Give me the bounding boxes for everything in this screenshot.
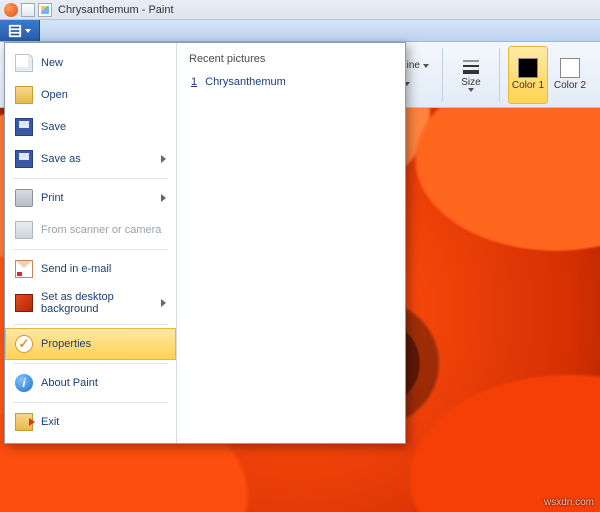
size-button[interactable]: Size: [451, 46, 491, 104]
size-icon: [461, 57, 481, 77]
ribbon-separator: [499, 48, 500, 102]
menu-print-label: Print: [41, 192, 153, 204]
app-menu-recent-panel: Recent pictures 1 Chrysanthemum: [177, 43, 405, 443]
menu-print[interactable]: Print: [5, 182, 176, 214]
scanner-icon: [15, 221, 33, 239]
menu-scanner-label: From scanner or camera: [41, 224, 166, 236]
exit-icon: [15, 413, 33, 431]
recent-item[interactable]: 1 Chrysanthemum: [189, 73, 393, 91]
chevron-right-icon: [161, 194, 166, 202]
chevron-down-icon: [423, 64, 429, 68]
file-menu-button[interactable]: [0, 20, 40, 41]
menu-properties[interactable]: Properties: [5, 328, 176, 360]
menu-separator: [13, 249, 168, 250]
recent-item-index: 1: [191, 76, 197, 88]
print-icon: [15, 189, 33, 207]
info-icon: i: [15, 374, 33, 392]
save-as-icon: [15, 150, 33, 168]
quick-access-bar: [0, 20, 600, 42]
open-icon: [15, 86, 33, 104]
color1-swatch: [518, 58, 538, 78]
menu-from-scanner: From scanner or camera: [5, 214, 176, 246]
window-title: Chrysanthemum - Paint: [58, 4, 174, 16]
menu-desktopbg-label: Set as desktop background: [41, 291, 153, 315]
new-icon: [15, 54, 33, 72]
menu-exit[interactable]: Exit: [5, 406, 176, 438]
properties-icon: [15, 335, 33, 353]
menu-new-label: New: [41, 57, 166, 69]
menu-new[interactable]: New: [5, 47, 176, 79]
size-label: Size: [461, 77, 480, 88]
menu-saveas-label: Save as: [41, 153, 153, 165]
mail-icon: [15, 260, 33, 278]
menu-separator: [13, 324, 168, 325]
save-icon: [15, 118, 33, 136]
qat-image-icon[interactable]: [38, 3, 52, 17]
menu-properties-label: Properties: [41, 338, 166, 350]
menu-separator: [13, 178, 168, 179]
menu-save[interactable]: Save: [5, 111, 176, 143]
chevron-down-icon: [468, 88, 474, 92]
menu-about-label: About Paint: [41, 377, 166, 389]
qat-new-icon[interactable]: [21, 3, 35, 17]
menu-open[interactable]: Open: [5, 79, 176, 111]
menu-about[interactable]: i About Paint: [5, 367, 176, 399]
recent-item-name: Chrysanthemum: [205, 76, 286, 88]
menu-separator: [13, 363, 168, 364]
color2-label: Color 2: [554, 80, 586, 91]
color1-label: Color 1: [512, 80, 544, 91]
watermark: wsxdn.com: [544, 497, 594, 508]
color2-button[interactable]: Color 2: [550, 46, 590, 104]
title-bar: Chrysanthemum - Paint: [0, 0, 600, 20]
color2-swatch: [560, 58, 580, 78]
menu-save-label: Save: [41, 121, 166, 133]
recent-header: Recent pictures: [189, 53, 393, 65]
desktop-bg-icon: [15, 294, 33, 312]
app-menu-list: New Open Save Save as Print From scanner…: [5, 43, 177, 443]
menu-set-desktop-bg[interactable]: Set as desktop background: [5, 285, 176, 321]
chevron-right-icon: [161, 155, 166, 163]
color1-button[interactable]: Color 1: [508, 46, 548, 104]
menu-send-email[interactable]: Send in e-mail: [5, 253, 176, 285]
app-menu: New Open Save Save as Print From scanner…: [4, 42, 406, 444]
menu-email-label: Send in e-mail: [41, 263, 166, 275]
chevron-down-icon: [25, 29, 31, 33]
file-menu-icon: [8, 24, 22, 38]
sys-icon: [4, 3, 18, 17]
menu-separator: [13, 402, 168, 403]
chevron-right-icon: [161, 299, 166, 307]
ribbon-separator: [442, 48, 443, 102]
menu-open-label: Open: [41, 89, 166, 101]
menu-exit-label: Exit: [41, 416, 166, 428]
menu-save-as[interactable]: Save as: [5, 143, 176, 175]
